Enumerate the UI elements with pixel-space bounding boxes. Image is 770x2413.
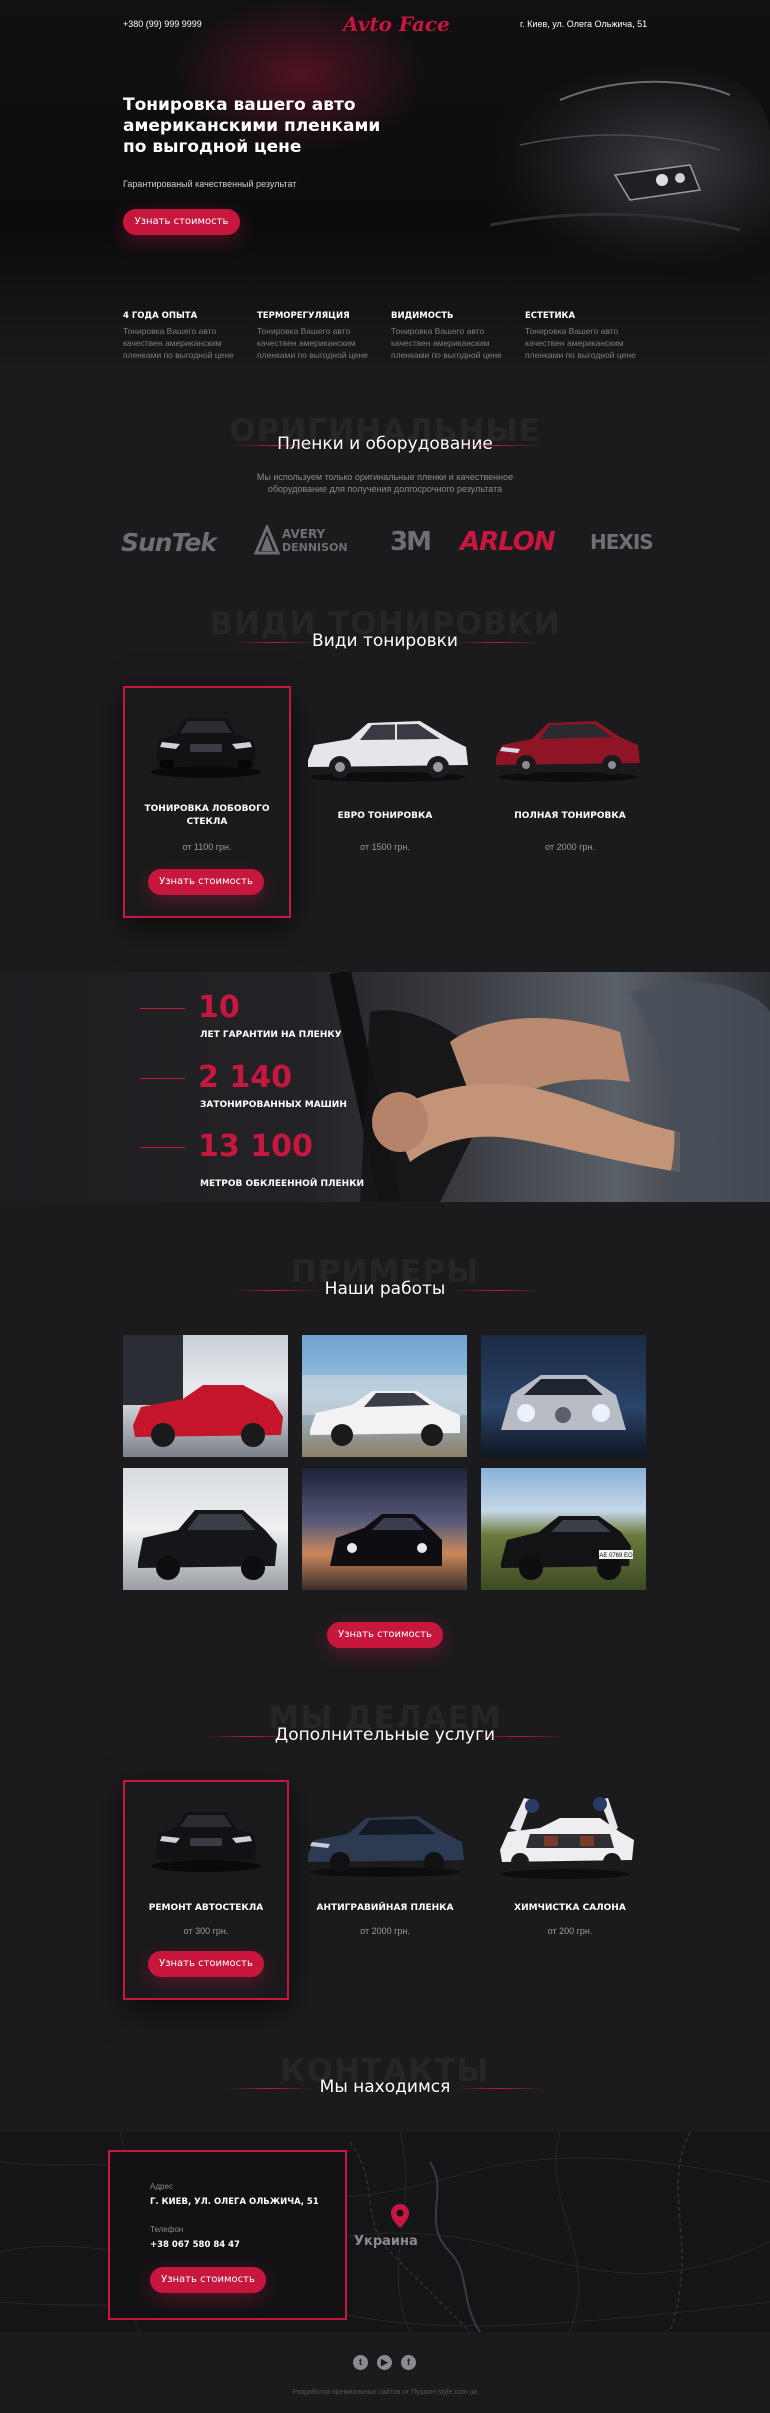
brand-suntek-logo: SunTek — [121, 528, 217, 557]
tint-card-name: ПОЛНАЯ ТОНИРОВКА — [485, 810, 655, 823]
tint-card-price: от 2000 грн. — [545, 842, 595, 852]
feature-text: Тонировка Вашего авто качествен американ… — [391, 326, 502, 360]
stat-label: МЕТРОВ ОБКЛЕЕННОЙ ПЛЕНКИ — [200, 1179, 365, 1189]
tint-card-name: ТОНИРОВКА ЛОБОВОГО СТЕКЛА — [125, 803, 289, 829]
feature-text: Тонировка Вашего авто качествен американ… — [123, 326, 234, 360]
hero-title-line: Тонировка вашего авто — [123, 95, 356, 115]
car-blue-suv-image — [308, 1816, 464, 1877]
twitter-icon[interactable]: t — [353, 2355, 368, 2370]
car-black-sedan-image — [151, 718, 261, 778]
tint-card-name-line: СТЕКЛА — [186, 817, 228, 827]
address-label: Адрес — [150, 2182, 173, 2191]
car-black-sedan-image — [151, 1812, 261, 1872]
extra-card-price: от 300 грн. — [183, 1926, 229, 1936]
brand-hexis-logo: HEXIS — [590, 530, 654, 554]
stat-label: ЗАТОНИРОВАННЫХ МАШИН — [200, 1100, 347, 1110]
work-photo[interactable]: AE 0769 EO — [481, 1468, 646, 1590]
facebook-icon[interactable]: f — [401, 2355, 416, 2370]
films-text-line: оборудование для получения долгосрочного… — [267, 484, 503, 494]
hero-title: Тонировка вашего авто американскими плен… — [123, 95, 380, 158]
hero-subtitle: Гарантированый качественный результат — [123, 179, 297, 189]
feature-title: ТЕРМОРЕГУЛЯЦИЯ — [257, 311, 350, 321]
stats-section: 10 ЛЕТ ГАРАНТИИ НА ПЛЕНКУ 2 140 ЗАТОНИРО… — [0, 972, 770, 1202]
feature-text: Тонировка Вашего авто качествен американ… — [525, 326, 636, 360]
extra-title: Дополнительные услуги — [274, 1725, 496, 1745]
tint-card-name: ЕВРО ТОНИРОВКА — [300, 810, 470, 823]
car-white-suv-image — [308, 721, 468, 782]
work-photo[interactable] — [302, 1468, 467, 1590]
contacts-title: Мы находимся — [319, 2077, 451, 2097]
stat-number: 13 100 — [198, 1129, 313, 1164]
divider-right — [452, 445, 542, 446]
feature-title: ЕСТЕТИКА — [525, 311, 576, 321]
stat-divider — [140, 1147, 185, 1148]
stat-divider — [140, 1078, 185, 1079]
hero-title-line: по выгодной цене — [123, 137, 302, 157]
tint-card-name-line: ПОЛНАЯ ТОНИРОВКА — [514, 811, 626, 821]
tint-card-name-line: ТОНИРОВКА ЛОБОВОГО — [144, 804, 270, 814]
stat-divider — [140, 1008, 185, 1009]
divider-right — [455, 2088, 545, 2089]
work-photo[interactable] — [123, 1335, 288, 1457]
tint-card-name-line: ЕВРО ТОНИРОВКА — [337, 811, 433, 821]
feature-title: ВИДИМОСТЬ — [391, 311, 454, 321]
brand-avery-line: AVERY — [282, 527, 326, 541]
brand-avery-logo: AVERY DENNISON — [282, 527, 348, 555]
car-red-suv-image — [496, 721, 640, 782]
header-phone[interactable]: +380 (99) 999 9999 — [123, 19, 202, 29]
address-value: Г. КИЕВ, УЛ. ОЛЕГА ОЛЬЖИЧА, 51 — [150, 2197, 319, 2207]
work-photo[interactable] — [481, 1335, 646, 1457]
tinting-photo-image — [330, 972, 770, 1202]
films-title: Пленки и оборудование — [277, 434, 493, 454]
stat-number: 2 140 — [198, 1060, 292, 1095]
extra-card-name: РЕМОНТ АВТОСТЕКЛА — [148, 1903, 264, 1913]
hero-cta-button[interactable]: Узнать стоимость — [123, 209, 240, 235]
work-photo[interactable] — [123, 1468, 288, 1590]
extra-card-name: АНТИГРАВИЙНАЯ ПЛЕНКА — [316, 1903, 454, 1913]
footer-credit[interactable]: Разработка премиальных сайтов от Пушкин … — [0, 2389, 770, 2396]
brand-avery-line: DENNISON — [282, 541, 348, 554]
films-text-line: Мы используем только оригинальные пленки… — [256, 472, 514, 482]
extra-card-name: ХИМЧИСТКА САЛОНА — [514, 1903, 626, 1913]
tint-card-price: от 1500 грн. — [360, 842, 410, 852]
brand-3m-logo: 3M — [390, 527, 432, 557]
map[interactable]: Украина Адрес Г. КИЕВ, УЛ. ОЛЕГА ОЛЬЖИЧА… — [0, 2132, 770, 2332]
contact-card: Адрес Г. КИЕВ, УЛ. ОЛЕГА ОЛЬЖИЧА, 51 Тел… — [108, 2150, 347, 2320]
hero-car-image — [429, 68, 770, 281]
stat-number: 10 — [198, 990, 240, 1025]
phone-label: Телефон — [150, 2225, 184, 2234]
car-interior-cleaning-image — [500, 1797, 634, 1879]
hero-section: +380 (99) 999 9999 Avto Face г. Киев, ул… — [0, 0, 770, 380]
work-photo[interactable] — [302, 1335, 467, 1457]
works-cta-button[interactable]: Узнать стоимость — [327, 1622, 443, 1648]
youtube-icon[interactable]: ▶ — [377, 2355, 392, 2370]
brand-avery-icon — [254, 525, 280, 555]
feature-title: 4 ГОДА ОПЫТА — [123, 311, 198, 321]
logo[interactable]: Avto Face — [343, 12, 450, 36]
map-pin-icon[interactable] — [391, 2204, 409, 2228]
map-country-label: Украина — [354, 2234, 418, 2249]
films-text: Мы используем только оригинальные пленки… — [0, 471, 770, 495]
tint-card-price: от 1100 грн. — [182, 842, 232, 852]
tint-card-button[interactable]: Узнать стоимость — [148, 869, 264, 895]
feature-text: Тонировка Вашего авто качествен американ… — [257, 326, 368, 360]
hero-title-line: американскими пленками — [123, 116, 381, 136]
works-title: Наши работы — [324, 1279, 446, 1299]
divider-right — [452, 1290, 542, 1291]
tint-title: Види тонировки — [312, 631, 458, 651]
license-plate-label: AE 0769 EO — [599, 1553, 633, 1559]
phone-value[interactable]: +38 067 580 84 47 — [150, 2240, 240, 2250]
extra-card-price: от 200 грн. — [547, 1926, 593, 1936]
extra-card-button[interactable]: Узнать стоимость — [148, 1951, 264, 1977]
divider-right — [475, 1736, 565, 1737]
header-address: г. Киев, ул. Олега Ольжича, 51 — [520, 19, 648, 29]
stat-label: ЛЕТ ГАРАНТИИ НА ПЛЕНКУ — [200, 1030, 342, 1040]
brand-arlon-logo: ARLON — [460, 527, 556, 557]
extra-card-price: от 2000 грн. — [360, 1926, 410, 1936]
divider-right — [452, 642, 542, 643]
contact-cta-button[interactable]: Узнать стоимость — [150, 2267, 266, 2293]
